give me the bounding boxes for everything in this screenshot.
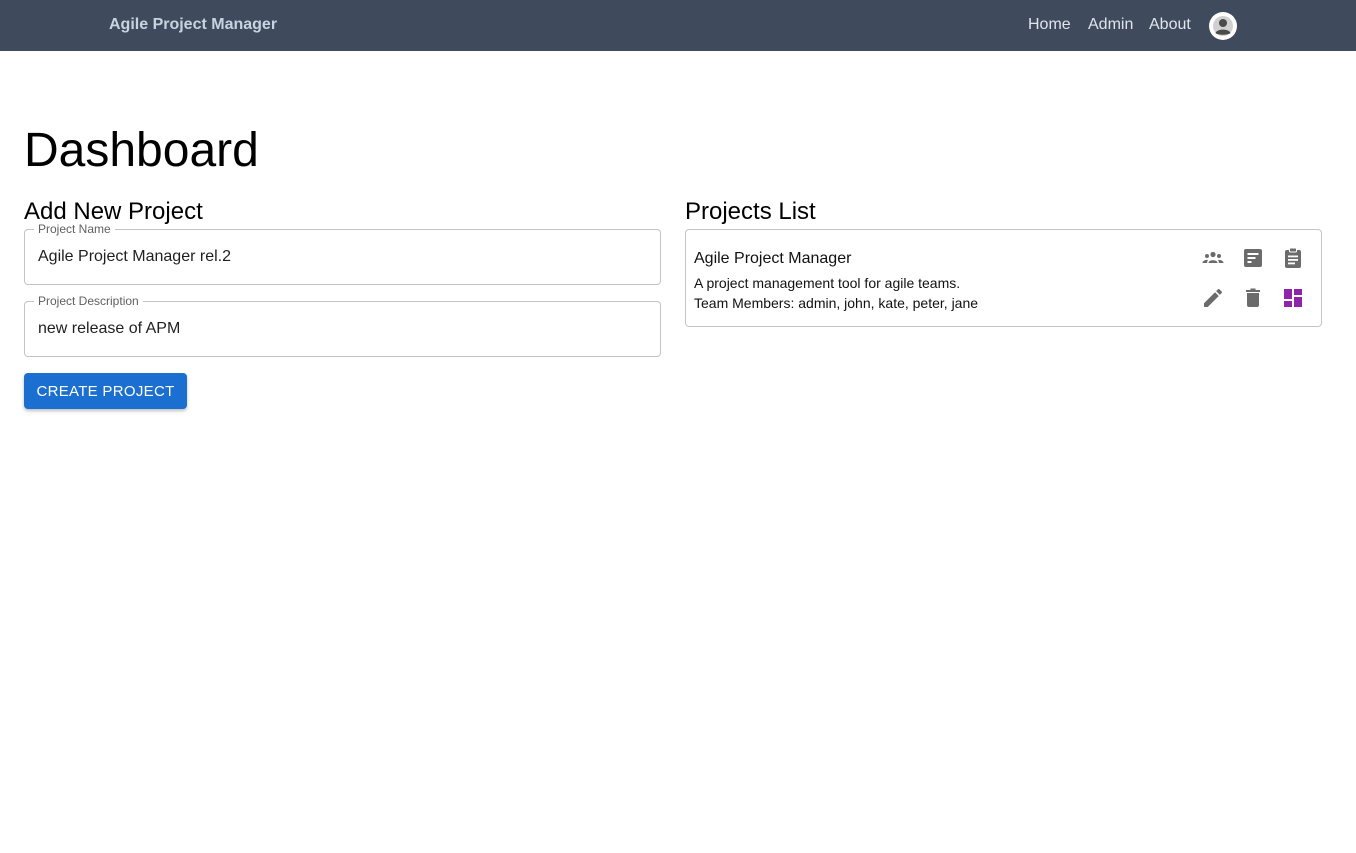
team-icon[interactable] [1201,246,1225,270]
nav-about-link[interactable]: About [1149,15,1191,35]
nav-admin-link[interactable]: Admin [1088,15,1133,35]
project-name: Agile Project Manager [694,250,852,267]
dashboard-icon[interactable] [1281,286,1305,310]
project-description-field: Project Description [24,294,661,357]
nav-home-link[interactable]: Home [1028,15,1071,35]
delete-icon[interactable] [1241,286,1265,310]
project-description-input[interactable] [38,302,638,356]
account-circle-icon[interactable] [1209,12,1237,40]
project-name-field: Project Name [24,222,661,285]
project-team-members: Team Members: admin, john, kate, peter, … [694,295,979,311]
projects-list-title: Projects List [685,198,816,225]
top-navbar: Agile Project Manager Home Admin About [0,0,1356,51]
create-project-button[interactable]: CREATE PROJECT [24,373,187,409]
clipboard-icon[interactable] [1281,246,1305,270]
page-title: Dashboard [24,124,259,177]
project-name-input[interactable] [38,230,638,284]
brand-link[interactable]: Agile Project Manager [109,15,277,35]
project-description: A project management tool for agile team… [694,275,961,291]
project-card: Agile Project Manager A project manageme… [685,229,1322,327]
backlog-icon[interactable] [1241,246,1265,270]
edit-icon[interactable] [1201,286,1225,310]
